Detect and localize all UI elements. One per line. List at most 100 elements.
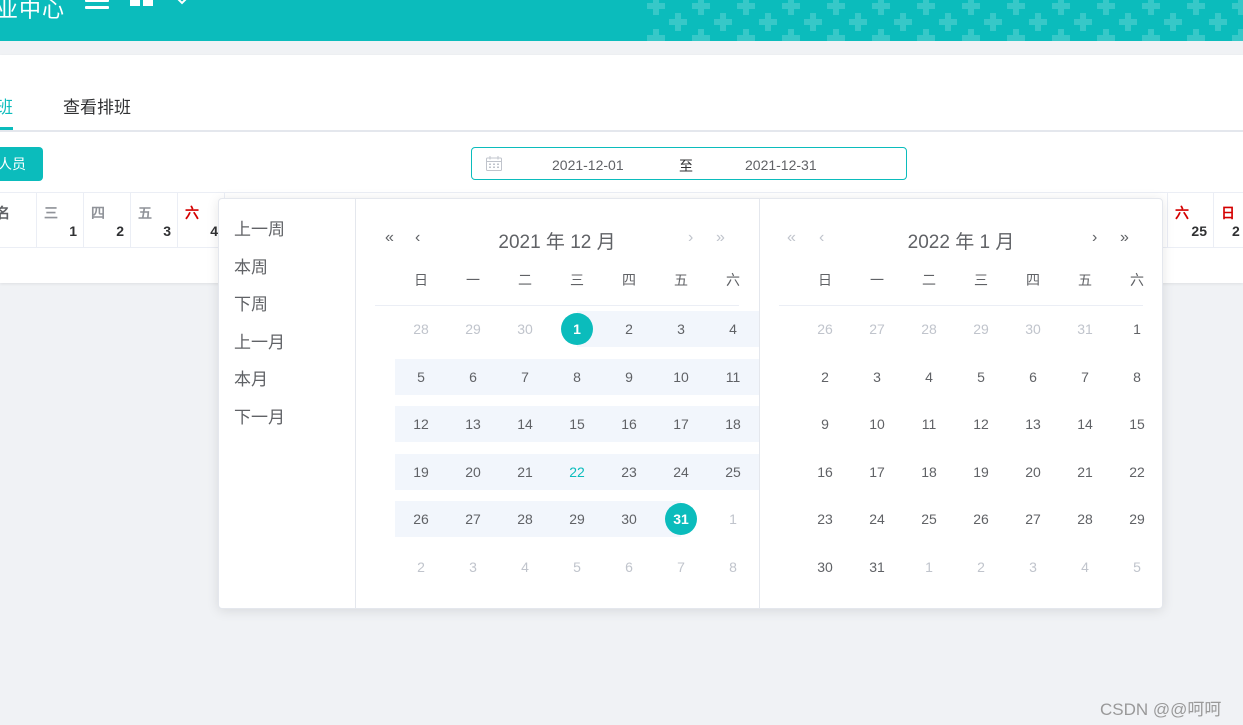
date-cell[interactable]: 14: [1059, 406, 1111, 442]
date-cell[interactable]: 8: [1111, 359, 1163, 395]
right-month-title: 2022 年 1 月: [907, 232, 1015, 253]
date-cell[interactable]: 15: [551, 406, 603, 442]
date-cell[interactable]: 1: [1111, 311, 1163, 347]
date-cell[interactable]: 11: [707, 359, 759, 395]
date-cell[interactable]: 2: [603, 311, 655, 347]
date-cell[interactable]: 4: [707, 311, 759, 347]
date-cell[interactable]: 24: [655, 454, 707, 490]
date-cell[interactable]: 19: [955, 454, 1007, 490]
cross-pattern-mark: [849, 13, 867, 31]
date-cell[interactable]: 23: [603, 454, 655, 490]
weekday-header: 六: [726, 272, 740, 288]
date-cell[interactable]: 20: [447, 454, 499, 490]
date-cell[interactable]: 17: [655, 406, 707, 442]
hamburger-menu-icon[interactable]: [85, 0, 109, 13]
date-cell[interactable]: 27: [447, 501, 499, 537]
date-cell[interactable]: 28: [499, 501, 551, 537]
date-cell[interactable]: 14: [499, 406, 551, 442]
date-cell[interactable]: 15: [1111, 406, 1163, 442]
date-cell[interactable]: 22: [1111, 454, 1163, 490]
date-cell[interactable]: 19: [395, 454, 447, 490]
cross-pattern-mark: [1097, 29, 1115, 41]
date-cell[interactable]: 27: [1007, 501, 1059, 537]
date-range-picker[interactable]: 2021-12-01 至 2021-12-31: [471, 147, 907, 180]
date-cell[interactable]: 2: [799, 359, 851, 395]
date-cell[interactable]: 13: [447, 406, 499, 442]
grid-layout-icon[interactable]: [130, 0, 154, 13]
cross-pattern-mark: [737, 0, 755, 15]
prev-year-button[interactable]: «: [385, 229, 394, 247]
date-cell[interactable]: 29: [1111, 501, 1163, 537]
date-cell[interactable]: 11: [903, 406, 955, 442]
date-cell[interactable]: 18: [707, 406, 759, 442]
chevron-down-icon[interactable]: [175, 0, 189, 11]
cross-pattern-mark: [804, 13, 822, 31]
date-cell[interactable]: 21: [1059, 454, 1111, 490]
date-cell[interactable]: 26: [955, 501, 1007, 537]
cross-pattern-mark: [1007, 0, 1025, 15]
date-cell[interactable]: 20: [1007, 454, 1059, 490]
date-cell[interactable]: 12: [395, 406, 447, 442]
date-cell: 2: [417, 558, 425, 575]
date-cell[interactable]: 7: [1059, 359, 1111, 395]
date-cell[interactable]: 10: [851, 406, 903, 442]
date-cell[interactable]: 21: [499, 454, 551, 490]
date-cell[interactable]: 24: [851, 501, 903, 537]
date-cell[interactable]: 25: [903, 501, 955, 537]
shortcut-sidebar: 上一周 本周 下周 上一月 本月 下一月: [219, 199, 356, 608]
shortcut-this-week[interactable]: 本周: [234, 253, 268, 278]
date-cell[interactable]: 25: [707, 454, 759, 490]
prev-month-button[interactable]: ‹: [415, 229, 420, 247]
date-cell[interactable]: 1: [551, 311, 603, 347]
date-cell[interactable]: 7: [499, 359, 551, 395]
date-cell[interactable]: 23: [799, 501, 851, 537]
date-cell: 2: [977, 558, 985, 575]
date-cell[interactable]: 30: [603, 501, 655, 537]
shortcut-this-month[interactable]: 本月: [234, 365, 268, 390]
date-cell[interactable]: 4: [903, 359, 955, 395]
date-cell[interactable]: 10: [655, 359, 707, 395]
date-cell[interactable]: 5: [395, 359, 447, 395]
date-cell[interactable]: 13: [1007, 406, 1059, 442]
date-cell[interactable]: 26: [395, 501, 447, 537]
date-cell[interactable]: 29: [551, 501, 603, 537]
date-cell[interactable]: 6: [1007, 359, 1059, 395]
date-cell[interactable]: 28: [1059, 501, 1111, 537]
next-year-button[interactable]: »: [1120, 229, 1129, 247]
date-cell: 4: [521, 558, 529, 575]
shortcut-last-week[interactable]: 上一周: [234, 215, 285, 240]
date-cell[interactable]: 8: [551, 359, 603, 395]
date-cell[interactable]: 9: [603, 359, 655, 395]
start-date-input[interactable]: 2021-12-01: [552, 157, 624, 173]
date-cell[interactable]: 31: [851, 549, 903, 585]
cross-pattern-mark: [737, 29, 755, 41]
tab-view-schedule[interactable]: 查看排班: [63, 93, 131, 118]
next-month-button[interactable]: ›: [1092, 229, 1097, 247]
cross-pattern-mark: [984, 13, 1002, 31]
add-person-button[interactable]: 人员: [0, 147, 43, 181]
shortcut-next-month[interactable]: 下一月: [234, 403, 285, 428]
date-cell[interactable]: 3: [655, 311, 707, 347]
weekday-header: 四: [1026, 272, 1040, 288]
date-cell[interactable]: 3: [851, 359, 903, 395]
cross-pattern-mark: [917, 0, 935, 15]
tab-schedule[interactable]: 班: [0, 93, 13, 118]
date-cell[interactable]: 12: [955, 406, 1007, 442]
date-cell[interactable]: 30: [799, 549, 851, 585]
date-cell[interactable]: 16: [799, 454, 851, 490]
shortcut-next-week[interactable]: 下周: [234, 290, 268, 315]
date-cell[interactable]: 31: [655, 501, 707, 537]
date-cell[interactable]: 17: [851, 454, 903, 490]
cross-pattern-mark: [692, 0, 710, 15]
date-cell[interactable]: 6: [447, 359, 499, 395]
shortcut-last-month[interactable]: 上一月: [234, 328, 285, 353]
date-cell[interactable]: 16: [603, 406, 655, 442]
date-cell[interactable]: 22: [551, 454, 603, 490]
date-cell[interactable]: 5: [955, 359, 1007, 395]
date-cell[interactable]: 18: [903, 454, 955, 490]
date-cell[interactable]: 9: [799, 406, 851, 442]
weekday-header: 二: [922, 272, 936, 288]
cross-pattern-mark: [647, 29, 665, 41]
weekday-header: 一: [870, 272, 884, 288]
end-date-input[interactable]: 2021-12-31: [745, 157, 817, 173]
